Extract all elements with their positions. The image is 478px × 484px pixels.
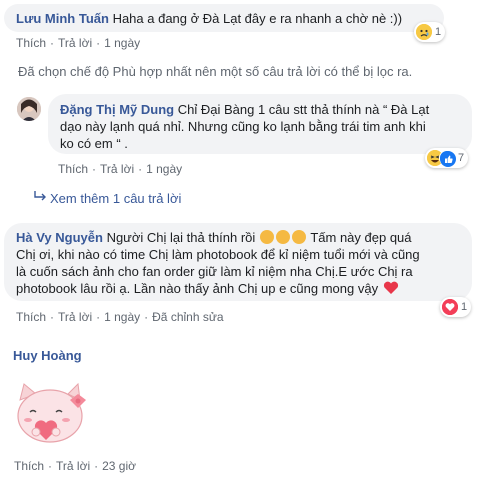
comment-text-line-4: photobook lâu rồi ạ. Lần nào thấy ảnh Ch… <box>16 281 379 296</box>
edited-label[interactable]: Đã chỉnh sửa <box>152 310 223 324</box>
comment-text-line-2: dạo này lạnh quá nhỉ. Nhưng cũng ko lạnh… <box>60 119 426 134</box>
like-link[interactable]: Thích <box>58 162 88 176</box>
view-more-replies-link[interactable]: Xem thêm 1 câu trả lời <box>50 191 181 206</box>
red-heart-icon <box>383 281 399 295</box>
avatar[interactable] <box>17 97 41 121</box>
love-icon <box>442 299 458 315</box>
comment-bubble-2: Đặng Thị Mỹ Dung Chỉ Đại Bàng 1 câu stt … <box>48 94 472 154</box>
kissing-face-icon <box>259 230 274 244</box>
like-icon <box>439 150 456 167</box>
comment-actions: Thích · Trả lời · 1 ngày <box>16 36 141 50</box>
pig-sticker[interactable] <box>8 378 92 448</box>
comment-actions: Thích · Trả lời · 1 ngày <box>58 162 183 176</box>
reaction-summary[interactable]: 1 <box>414 22 446 42</box>
comment-actions: Thích · Trả lời · 1 ngày · Đã chỉnh sửa <box>16 310 224 324</box>
reaction-summary[interactable]: 7 <box>425 148 469 168</box>
comment-bubble-1: Lưu Minh Tuấn Haha a đang ở Đà Lạt đây e… <box>4 4 444 32</box>
comment-text-line-2: Chị ơi, khi nào có time Chị làm photoboo… <box>16 247 420 262</box>
filter-notice: Đã chọn chế độ Phù hợp nhất nên một số c… <box>18 64 413 79</box>
kissing-face-icon <box>291 230 306 244</box>
reaction-count: 1 <box>435 26 442 38</box>
comment-author[interactable]: Lưu Minh Tuấn <box>16 11 109 26</box>
timestamp[interactable]: 1 ngày <box>104 310 140 324</box>
reply-link[interactable]: Trả lời <box>58 36 92 50</box>
reply-arrow-icon <box>33 190 47 205</box>
comment-author[interactable]: Huy Hoàng <box>13 348 82 363</box>
comment-text-line-1b: Tấm này đẹp quá <box>310 230 412 245</box>
reaction-count: 7 <box>458 152 465 164</box>
comment-text-line-1: Chỉ Đại Bàng 1 câu stt thả thính nà “ Đà… <box>177 102 430 117</box>
reaction-count: 1 <box>461 301 468 313</box>
timestamp[interactable]: 23 giờ <box>102 459 136 473</box>
comment-text-line-3: là cuốn sách ảnh cho fan order giữ làm k… <box>16 264 413 279</box>
like-link[interactable]: Thích <box>16 310 46 324</box>
timestamp[interactable]: 1 ngày <box>146 162 182 176</box>
comment-actions: Thích · Trả lời · 23 giờ <box>14 459 136 473</box>
comment-text-line-3: ko có em “ . <box>60 136 128 151</box>
comment-author[interactable]: Đặng Thị Mỹ Dung <box>60 102 174 117</box>
sad-icon <box>416 24 432 40</box>
reply-link[interactable]: Trả lời <box>58 310 92 324</box>
comment-bubble-3: Hà Vy Nguyễn Người Chị lại thả thính rồi… <box>4 223 472 301</box>
reaction-summary[interactable]: 1 <box>440 297 472 317</box>
kissing-face-icon <box>275 230 290 244</box>
comment-text-line-1: Người Chị lại thả thính rồi <box>106 230 256 245</box>
like-link[interactable]: Thích <box>14 459 44 473</box>
reply-link[interactable]: Trả lời <box>100 162 134 176</box>
timestamp[interactable]: 1 ngày <box>104 36 140 50</box>
like-link[interactable]: Thích <box>16 36 46 50</box>
reply-link[interactable]: Trả lời <box>56 459 90 473</box>
comment-text: Haha a đang ở Đà Lạt đây e ra nhanh a ch… <box>112 11 403 26</box>
comment-author[interactable]: Hà Vy Nguyễn <box>16 230 103 245</box>
